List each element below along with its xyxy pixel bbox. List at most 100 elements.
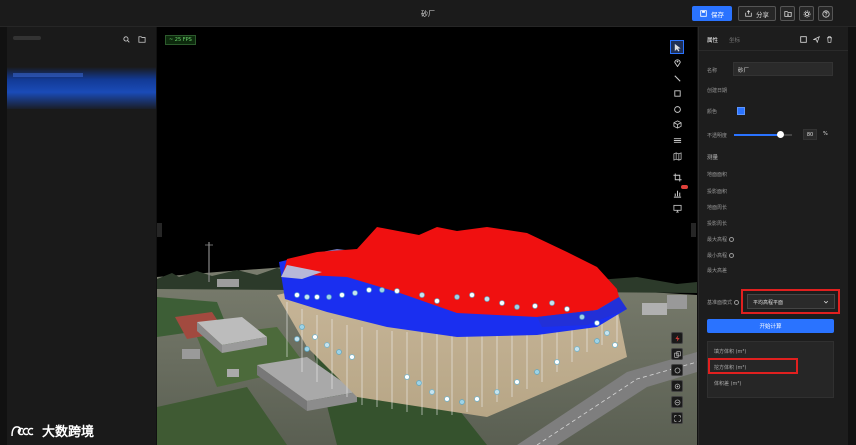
scene-3d[interactable] [157,27,697,445]
max-elevation-label: 最大高程 [707,237,728,243]
projected-perimeter-label: 投影周长 [707,221,728,227]
lightning-icon [674,334,680,342]
globe-icon [674,367,680,373]
export-button[interactable] [780,6,795,21]
highlight-baseline [741,289,840,314]
opacity-slider-fill [734,134,781,136]
tab-properties[interactable]: 属性 [707,36,718,44]
max-height-diff-label: 最大高差 [707,268,728,274]
new-badge [681,185,688,190]
measure-section-title: 测量 [707,155,719,161]
collapse-left-handle[interactable] [157,223,162,237]
point-tool[interactable] [670,56,684,70]
info-icon[interactable] [734,300,740,305]
folder-icon[interactable] [138,36,146,43]
opacity-input[interactable]: 80 [803,129,817,140]
pin-icon [673,59,681,68]
layers-icon [673,138,681,143]
square-icon [673,90,681,97]
opacity-label: 不透明度 [707,133,728,139]
share-icon [745,10,752,17]
help-button[interactable] [818,6,833,21]
copy-icon [673,350,681,358]
map-icon [673,152,681,161]
layer-panel [7,27,156,445]
crop-icon [672,173,682,182]
fps-badge: ~ 25 FPS [165,35,196,45]
send-icon[interactable] [813,36,820,43]
folder-export-icon [783,10,792,17]
layer-panel-header [7,27,156,47]
created-label: 创建日期 [707,88,728,94]
top-bar: 砂厂 保存 分享 [0,0,856,27]
brand-watermark: 大数跨境 [10,421,94,440]
min-elevation-label: 最小高程 [707,253,728,259]
layers-tool[interactable] [670,134,684,148]
circle-icon [673,106,681,113]
properties-tabs: 属性 坐标 [699,27,848,51]
share-button[interactable]: 分享 [738,6,776,21]
target-icon [674,383,680,389]
fill-volume-label: 填方体积 (m³) [714,349,747,355]
viewport-controls [671,332,683,428]
settings-button[interactable] [799,6,814,21]
layer-panel-title-placeholder [13,36,41,40]
globe-button[interactable] [671,364,683,376]
ground-perimeter-label: 地面周长 [707,205,728,211]
fullscreen-button[interactable] [671,412,683,424]
name-label: 名称 [707,68,718,74]
name-input[interactable]: 砂厂 [733,62,833,76]
screen-tool[interactable] [670,202,684,216]
color-swatch[interactable] [737,107,745,115]
save-label: 保存 [711,10,724,19]
select-tool[interactable] [670,40,684,54]
highlight-cut-volume [708,358,798,374]
save-button[interactable]: 保存 [692,6,732,21]
rectangle-tool[interactable] [670,87,684,101]
color-label: 颜色 [707,109,718,115]
gear-icon [803,10,810,17]
help-icon [821,9,830,18]
baseline-mode-row: 基准面模式 [707,299,740,306]
properties-panel: 属性 坐标 名称 砂厂 创建日期 颜色 不透明度 80 % 测量 地面面积 投影… [698,27,848,445]
square-outline-icon[interactable] [800,36,807,43]
draw-toolbar [670,40,688,218]
projected-area-label: 投影面积 [707,189,728,195]
info-icon[interactable] [729,253,735,258]
locate-button[interactable] [671,380,683,392]
tab-coordinates[interactable]: 坐标 [729,36,740,44]
share-label: 分享 [756,10,769,19]
brand-name: 大数跨境 [42,425,95,440]
circle-tool[interactable] [670,102,684,116]
volume-diff-label: 体积差 (m³) [714,381,742,387]
chart-tool[interactable] [670,185,688,200]
line-tool[interactable] [670,71,684,85]
max-elevation-row: 最大高程 [707,236,735,243]
cube-icon [672,120,682,130]
start-calculation-button[interactable]: 开始计算 [707,319,834,333]
trash-icon[interactable] [826,36,833,43]
line-icon [673,75,681,82]
opacity-slider[interactable] [734,131,792,138]
opacity-slider-handle[interactable] [776,131,784,138]
monitor-icon [672,205,682,213]
bar-chart-icon [673,190,681,198]
map-viewport[interactable]: ~ 25 FPS [157,27,697,445]
baseline-mode-label: 基准面模式 [707,300,733,306]
info-icon[interactable] [729,237,735,242]
brand-logo-icon [11,425,34,436]
copy-view-button[interactable] [671,348,683,360]
map-tool[interactable] [670,149,684,163]
measure-toggle[interactable] [671,332,683,344]
layer-item-bar [13,73,83,77]
ground-area-label: 地面面积 [707,172,728,178]
save-icon [700,10,707,17]
min-elevation-row: 最小高程 [707,252,735,259]
collapse-right-handle[interactable] [691,223,696,237]
crop-tool[interactable] [670,171,684,185]
volume-tool[interactable] [670,118,684,132]
opacity-unit: % [823,131,828,137]
search-icon[interactable] [123,36,130,43]
minus-icon [674,399,680,405]
zoom-out-button[interactable] [671,396,683,408]
